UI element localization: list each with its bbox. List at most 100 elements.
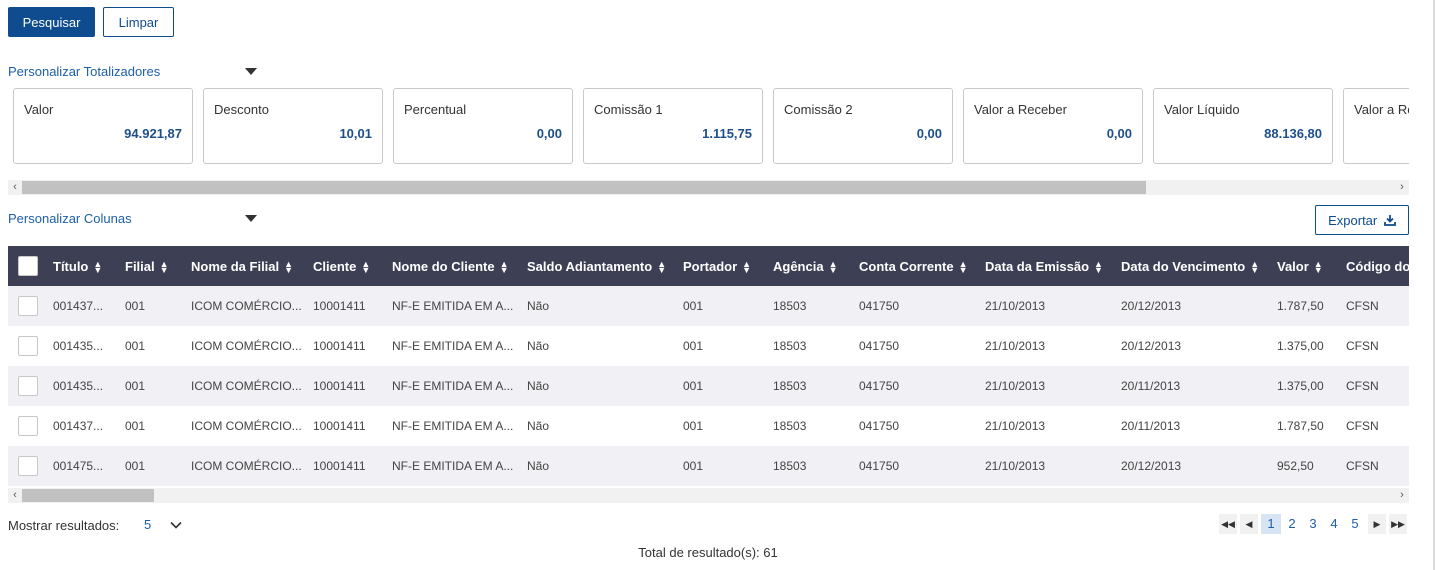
column-header[interactable]: Nome da Filial ▲ ▼ [183,246,305,286]
column-header-label: Filial [125,258,155,274]
column-header-label: Nome do Cliente [392,258,495,274]
total-card-label: Desconto [214,102,269,117]
sort-icon[interactable]: ▲ ▼ [361,260,370,275]
column-header-label: Portador [683,258,738,274]
column-header-label: Conta Corrente [859,258,954,274]
column-header[interactable]: Conta Corrente ▲ ▼ [851,246,977,286]
table-cell: CFSN [1346,379,1379,393]
search-button[interactable]: Pesquisar [8,7,95,37]
last-page-icon[interactable]: ▶▶ [1389,514,1407,534]
sort-icon[interactable]: ▲ ▼ [500,260,509,275]
table-row[interactable]: 001437... 001 ICOM COMÉRCIO... 10001411 NF-E… [8,286,1409,326]
scrollbar-thumb[interactable] [22,489,154,502]
table-cell: ICOM COMÉRCIO... [191,419,302,433]
table-row[interactable]: 001437... 001 ICOM COMÉRCIO... 10001411 NF-E… [8,406,1409,446]
column-header[interactable]: Data da Emissão ▲ ▼ [977,246,1113,286]
caret-down-icon[interactable] [245,215,257,222]
sort-icon[interactable]: ▲ ▼ [1250,260,1259,275]
scroll-left-icon[interactable]: ‹ [8,180,22,195]
sort-icon[interactable]: ▲ ▼ [657,260,666,275]
table-cell: NF-E EMITIDA EM A... [392,339,514,353]
table-cell: Não [527,379,550,393]
page-number-1[interactable]: 1 [1261,514,1281,534]
row-checkbox[interactable] [18,456,38,476]
column-header[interactable]: Cliente ▲ ▼ [305,246,384,286]
results-grid: Título ▲ ▼ Filial ▲ ▼ Nome da Filial ▲ ▼ Cliente ▲… [8,246,1409,488]
total-card: Desconto 10,01 [203,88,383,164]
table-cell: 1.787,50 [1277,419,1324,433]
row-select-cell [8,406,45,446]
column-header[interactable]: Portador ▲ ▼ [675,246,765,286]
sort-icon[interactable]: ▲ ▼ [160,260,169,275]
next-page-icon[interactable]: ▶ [1368,514,1386,534]
table-cell: Não [527,459,550,473]
sort-icon[interactable]: ▲ ▼ [1094,260,1103,275]
export-button[interactable]: Exportar [1315,205,1409,235]
column-header[interactable]: Valor ▲ ▼ [1269,246,1338,286]
scroll-right-icon[interactable]: › [1395,180,1409,195]
column-header[interactable]: Título ▲ ▼ [45,246,117,286]
scroll-left-icon[interactable]: ‹ [8,488,22,503]
page-size-select[interactable]: 5 [144,517,151,532]
table-cell: 1.375,00 [1277,379,1324,393]
sort-icon[interactable]: ▲ ▼ [284,260,293,275]
page-number-5[interactable]: 5 [1345,514,1365,534]
totals-scrollbar[interactable]: ‹ › [8,180,1409,195]
total-card-label: Comissão 1 [594,102,663,117]
table-cell: ICOM COMÉRCIO... [191,459,302,473]
table-cell: 001 [683,339,704,353]
results-table: Título ▲ ▼ Filial ▲ ▼ Nome da Filial ▲ ▼ Cliente ▲… [8,246,1409,486]
row-checkbox[interactable] [18,336,38,356]
column-header[interactable]: Data do Vencimento ▲ ▼ [1113,246,1269,286]
column-header[interactable]: Saldo Adiantamento ▲ ▼ [519,246,675,286]
scroll-right-icon[interactable]: › [1395,488,1409,503]
sort-icon[interactable]: ▲ ▼ [829,260,838,275]
sort-icon[interactable]: ▲ ▼ [959,260,968,275]
table-row[interactable]: 001435... 001 ICOM COMÉRCIO... 10001411 NF-E… [8,366,1409,406]
column-header-label: Nome da Filial [191,258,280,274]
column-header[interactable]: Agência ▲ ▼ [765,246,851,286]
grid-scrollbar[interactable]: ‹ › [8,488,1409,503]
table-cell: Não [527,339,550,353]
table-cell: 001435... [53,379,104,393]
row-checkbox[interactable] [18,376,38,396]
column-header[interactable]: Filial ▲ ▼ [117,246,183,286]
table-cell: 1.375,00 [1277,339,1324,353]
clear-button[interactable]: Limpar [103,7,174,37]
total-card-label: Valor a Receber [974,102,1067,117]
table-row[interactable]: 001435... 001 ICOM COMÉRCIO... 10001411 NF-E… [8,326,1409,366]
page-number-4[interactable]: 4 [1324,514,1344,534]
customize-columns-link[interactable]: Personalizar Colunas [8,211,132,226]
table-cell: CFSN [1346,459,1379,473]
table-row[interactable]: 001475... 001 ICOM COMÉRCIO... 10001411 NF-E… [8,446,1409,486]
table-cell: 20/12/2013 [1121,339,1182,353]
prev-page-icon[interactable]: ◀ [1240,514,1258,534]
sort-icon[interactable]: ▲ ▼ [742,260,751,275]
select-all-checkbox[interactable] [18,256,38,276]
column-header[interactable]: Nome do Cliente ▲ ▼ [384,246,519,286]
table-cell: 20/12/2013 [1121,459,1182,473]
sort-icon[interactable]: ▲ ▼ [1314,260,1323,275]
table-cell: Não [527,299,550,313]
table-cell: ICOM COMÉRCIO... [191,379,302,393]
page-number-2[interactable]: 2 [1282,514,1302,534]
show-results-label: Mostrar resultados: [8,518,120,533]
select-all-cell [8,246,45,286]
totals-carousel: Valor 94.921,87 Desconto 10,01 Percentual 0,0… [8,88,1409,166]
row-select-cell [8,446,45,486]
total-card-value: 88.136,80 [1264,126,1322,141]
row-checkbox[interactable] [18,416,38,436]
first-page-icon[interactable]: ◀◀ [1219,514,1237,534]
column-header[interactable]: Código do [1338,246,1409,286]
caret-down-icon[interactable] [245,68,257,75]
page-number-3[interactable]: 3 [1303,514,1323,534]
chevron-down-icon[interactable] [170,519,182,531]
table-cell: 001 [125,379,146,393]
row-select-cell [8,286,45,326]
customize-totals-link[interactable]: Personalizar Totalizadores [8,64,160,79]
table-cell: 21/10/2013 [985,419,1046,433]
total-results: Total de resultado(s): 61 [638,545,778,560]
row-checkbox[interactable] [18,296,38,316]
scrollbar-thumb[interactable] [22,181,1146,194]
sort-icon[interactable]: ▲ ▼ [93,260,102,275]
